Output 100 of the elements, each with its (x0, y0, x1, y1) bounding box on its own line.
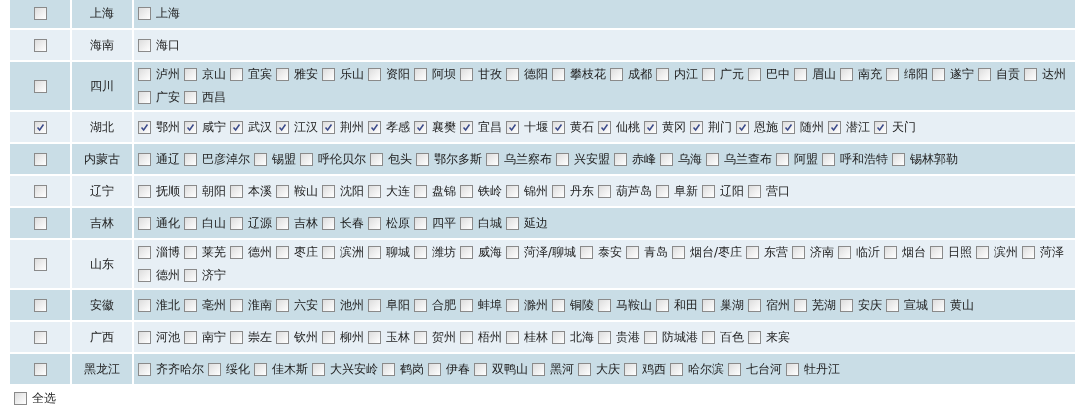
checkbox[interactable] (578, 362, 591, 376)
checkbox[interactable] (184, 330, 197, 344)
checkbox[interactable] (33, 184, 47, 198)
checkbox[interactable] (322, 68, 335, 81)
checkbox[interactable] (776, 152, 789, 166)
checkbox[interactable] (656, 298, 669, 312)
checkbox[interactable] (138, 184, 151, 198)
checkbox[interactable] (506, 246, 519, 259)
checkbox[interactable] (138, 38, 151, 52)
checkbox[interactable] (138, 216, 151, 230)
checkbox[interactable] (1022, 246, 1036, 259)
checkbox[interactable] (656, 184, 669, 198)
checkbox[interactable] (794, 68, 807, 81)
checkbox[interactable] (932, 68, 945, 81)
checkbox[interactable] (138, 362, 151, 376)
checkbox[interactable] (748, 68, 761, 81)
checkbox[interactable] (208, 362, 221, 376)
checkbox[interactable] (978, 68, 991, 81)
checkbox[interactable] (598, 298, 611, 312)
checkbox[interactable] (138, 68, 151, 81)
checkbox[interactable] (460, 184, 473, 198)
checkbox[interactable] (184, 184, 197, 198)
checkbox[interactable] (506, 216, 519, 230)
checkbox[interactable] (33, 79, 47, 93)
checkbox[interactable] (486, 152, 499, 166)
checkbox[interactable] (828, 120, 841, 134)
checkbox[interactable] (138, 246, 151, 259)
checkbox[interactable] (748, 330, 761, 344)
checkbox[interactable] (254, 362, 267, 376)
checkbox[interactable] (230, 216, 243, 230)
checkbox[interactable] (614, 152, 627, 166)
checkbox[interactable] (840, 298, 853, 312)
checkbox[interactable] (414, 120, 427, 134)
checkbox[interactable] (138, 120, 151, 134)
checkbox[interactable] (414, 216, 427, 230)
checkbox[interactable] (254, 152, 267, 166)
checkbox[interactable] (312, 362, 325, 376)
checkbox[interactable] (886, 68, 899, 81)
checkbox[interactable] (884, 246, 898, 259)
checkbox[interactable] (840, 68, 853, 81)
checkbox[interactable] (276, 298, 289, 312)
checkbox[interactable] (138, 330, 151, 344)
checkbox[interactable] (1024, 68, 1037, 81)
checkbox[interactable] (138, 152, 151, 166)
checkbox[interactable] (598, 184, 611, 198)
checkbox[interactable] (184, 120, 197, 134)
checkbox[interactable] (644, 330, 657, 344)
checkbox[interactable] (414, 184, 427, 198)
checkbox[interactable] (368, 246, 381, 259)
checkbox[interactable] (276, 68, 289, 81)
checkbox[interactable] (416, 152, 429, 166)
checkbox[interactable] (976, 246, 990, 259)
checkbox[interactable] (33, 298, 47, 312)
checkbox[interactable] (474, 362, 487, 376)
checkbox[interactable] (552, 330, 565, 344)
checkbox[interactable] (184, 68, 197, 81)
checkbox[interactable] (184, 91, 197, 104)
checkbox[interactable] (382, 362, 395, 376)
checkbox[interactable] (184, 152, 197, 166)
checkbox[interactable] (414, 68, 427, 81)
checkbox[interactable] (786, 362, 799, 376)
checkbox[interactable] (184, 269, 197, 282)
checkbox[interactable] (580, 246, 594, 259)
checkbox[interactable] (322, 330, 335, 344)
checkbox[interactable] (414, 246, 427, 259)
checkbox[interactable] (822, 152, 835, 166)
checkbox[interactable] (702, 184, 715, 198)
checkbox[interactable] (782, 120, 795, 134)
checkbox[interactable] (690, 120, 703, 134)
checkbox[interactable] (184, 246, 197, 259)
checkbox[interactable] (322, 184, 335, 198)
checkbox[interactable] (138, 298, 151, 312)
checkbox[interactable] (506, 184, 519, 198)
checkbox[interactable] (368, 120, 381, 134)
checkbox[interactable] (506, 120, 519, 134)
checkbox[interactable] (184, 298, 197, 312)
checkbox[interactable] (368, 216, 381, 230)
checkbox[interactable] (138, 269, 151, 282)
checkbox[interactable] (728, 362, 741, 376)
checkbox[interactable] (368, 330, 381, 344)
checkbox[interactable] (33, 152, 47, 166)
checkbox[interactable] (794, 298, 807, 312)
checkbox[interactable] (276, 120, 289, 134)
checkbox[interactable] (460, 330, 473, 344)
checkbox[interactable] (748, 298, 761, 312)
checkbox[interactable] (414, 298, 427, 312)
checkbox[interactable] (368, 184, 381, 198)
checkbox[interactable] (672, 246, 686, 259)
checkbox[interactable] (184, 216, 197, 230)
checkbox[interactable] (276, 216, 289, 230)
checkbox[interactable] (460, 298, 473, 312)
checkbox[interactable] (370, 152, 383, 166)
checkbox[interactable] (322, 246, 335, 259)
checkbox[interactable] (230, 298, 243, 312)
checkbox[interactable] (930, 246, 944, 259)
checkbox[interactable] (748, 184, 761, 198)
checkbox[interactable] (892, 152, 905, 166)
checkbox[interactable] (33, 38, 47, 52)
checkbox[interactable] (138, 6, 151, 20)
checkbox[interactable] (414, 330, 427, 344)
